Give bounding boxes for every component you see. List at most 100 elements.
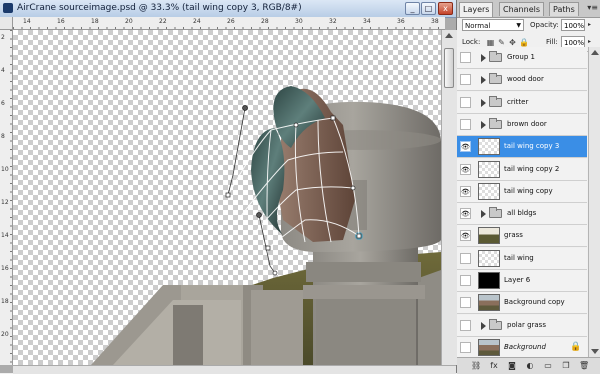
layer-name: Layer 6 [504, 276, 531, 284]
lock-transparency-icon[interactable]: ▦ [486, 38, 495, 47]
ruler-v-tick-label: 16 [1, 265, 9, 272]
layer-list: Group 1 wood door critter brown door 👁 tail w… [457, 47, 600, 357]
visibility-eye-icon[interactable] [460, 275, 471, 286]
ruler-h-tick-label: 20 [125, 18, 133, 25]
layer-name: tail wing copy 3 [504, 142, 560, 151]
layer-row[interactable]: Layer 6 [457, 270, 587, 292]
visibility-eye-icon[interactable] [460, 341, 471, 353]
expand-triangle-icon[interactable] [481, 54, 486, 62]
layer-row[interactable]: polar grass [457, 314, 587, 337]
minimize-button[interactable]: _ [405, 2, 420, 15]
layer-name: critter [507, 97, 529, 106]
tab-layers[interactable]: Layers [459, 2, 494, 17]
visibility-eye-icon[interactable] [460, 297, 471, 309]
document-title-bar[interactable]: AirCrane sourceimage.psd @ 33.3% (tail w… [0, 0, 456, 18]
visibility-eye-icon[interactable]: 👁 [460, 230, 471, 242]
visibility-eye-icon[interactable] [460, 52, 471, 63]
visibility-eye-icon[interactable] [460, 96, 471, 108]
scroll-up-arrow-icon[interactable] [591, 50, 599, 55]
expand-triangle-icon[interactable] [481, 98, 486, 107]
folder-icon [489, 73, 502, 85]
opacity-slider-arrow-icon[interactable]: ▸ [588, 21, 591, 28]
trash-icon[interactable]: 🗑 [579, 361, 589, 371]
layer-row[interactable]: Group 1 [457, 47, 587, 69]
opacity-input[interactable]: 100% [561, 19, 585, 31]
horizontal-ruler[interactable]: 14 16 18 20 22 24 26 28 30 32 34 36 38 [13, 17, 445, 30]
layer-row[interactable]: Background copy [457, 292, 587, 315]
lock-image-icon[interactable]: ✎ [497, 38, 506, 47]
expand-triangle-icon[interactable] [481, 210, 486, 219]
new-layer-icon[interactable]: ❐ [561, 361, 571, 371]
vertical-ruler[interactable]: 2 4 6 8 10 12 14 16 18 20 [0, 30, 13, 365]
visibility-eye-icon[interactable] [460, 319, 471, 331]
ruler-h-tick-label: 16 [57, 18, 65, 25]
mask-icon[interactable]: ◙ [507, 361, 517, 371]
ruler-v-tick-label: 14 [1, 232, 9, 239]
layer-thumbnail [478, 138, 500, 156]
blend-mode-select[interactable]: Normal ▼ [462, 19, 524, 31]
scroll-down-arrow-icon[interactable] [591, 349, 599, 354]
image-canvas[interactable] [13, 30, 441, 365]
close-button[interactable]: x [438, 2, 453, 15]
ruler-v-tick-label: 2 [1, 34, 5, 41]
folder-icon [489, 207, 502, 219]
layer-row[interactable]: wood door [457, 69, 587, 92]
ruler-h-tick-label: 18 [91, 18, 99, 25]
ruler-h-tick-label: 28 [261, 18, 269, 25]
tab-channels[interactable]: Channels [499, 2, 545, 16]
expand-triangle-icon[interactable] [481, 120, 486, 129]
ruler-h-tick-label: 24 [193, 18, 201, 25]
ruler-h-tick-label: 22 [159, 18, 167, 25]
ruler-v-tick-label: 20 [1, 331, 9, 338]
document-vertical-scrollbar[interactable] [441, 30, 457, 365]
visibility-eye-icon[interactable]: 👁 [460, 141, 471, 153]
new-group-icon[interactable]: ▭ [543, 361, 553, 371]
layer-row[interactable]: 👁 tail wing copy [457, 180, 587, 203]
layer-row[interactable]: tail wing [457, 247, 587, 270]
layer-thumbnail [478, 182, 500, 200]
lock-position-icon[interactable]: ✥ [508, 38, 517, 47]
layer-thumbnail [478, 227, 500, 245]
visibility-eye-icon[interactable]: 👁 [460, 163, 471, 175]
visibility-eye-icon[interactable]: 👁 [460, 208, 471, 220]
fill-slider-arrow-icon[interactable]: ▸ [588, 38, 591, 45]
ruler-h-tick-label: 36 [397, 18, 405, 25]
ruler-v-tick-label: 6 [1, 100, 5, 107]
ruler-v-tick-label: 8 [1, 133, 5, 140]
layer-row[interactable]: 👁 tail wing copy 2 [457, 158, 587, 181]
lock-all-icon[interactable]: 🔒 [519, 38, 529, 47]
scroll-thumb[interactable] [444, 48, 454, 88]
panel-menu-icon[interactable]: ▾≡ [587, 3, 598, 12]
ruler-h-tick-label: 30 [295, 18, 303, 25]
layer-name: tail wing copy 2 [504, 164, 560, 173]
folder-icon [489, 117, 502, 129]
layer-row[interactable]: 👁 tail wing copy 3 [457, 136, 587, 159]
layer-name: tail wing copy [504, 186, 553, 195]
visibility-eye-icon[interactable] [460, 252, 471, 264]
visibility-eye-icon[interactable]: 👁 [460, 185, 471, 197]
layer-row[interactable]: brown door [457, 113, 587, 136]
visibility-eye-icon[interactable] [460, 118, 471, 130]
expand-triangle-icon[interactable] [481, 76, 486, 85]
adjustment-icon[interactable]: ◐ [525, 361, 535, 371]
layer-list-scrollbar[interactable] [588, 47, 600, 357]
ruler-origin[interactable] [0, 17, 13, 30]
chevron-down-icon: ▼ [516, 22, 521, 29]
maximize-button[interactable]: □ [421, 2, 436, 15]
visibility-eye-icon[interactable] [460, 74, 471, 86]
layer-name: tail wing [504, 253, 534, 262]
layer-name: polar grass [507, 320, 546, 329]
ruler-h-tick-label: 14 [23, 18, 31, 25]
ruler-v-tick-label: 12 [1, 199, 9, 206]
tab-paths[interactable]: Paths [549, 2, 579, 16]
layer-row[interactable]: critter [457, 91, 587, 114]
expand-triangle-icon[interactable] [481, 321, 486, 330]
ruler-v-tick-label: 4 [1, 67, 5, 74]
link-icon[interactable]: ⛓ [471, 361, 481, 371]
layer-thumbnail [478, 294, 500, 312]
fx-icon[interactable]: fx [489, 361, 499, 371]
layer-row[interactable]: 👁 all bldgs [457, 203, 587, 226]
layer-row[interactable]: Background 🔒 [457, 336, 587, 357]
scroll-up-arrow-icon[interactable] [445, 33, 453, 38]
layer-row[interactable]: 👁 grass [457, 225, 587, 248]
